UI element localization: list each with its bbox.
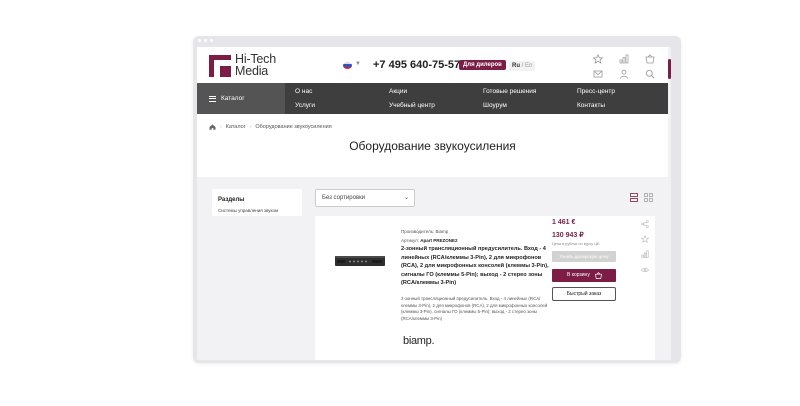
product-card: Производитель: Biamp Артикул: Apart PREZ… bbox=[315, 216, 655, 360]
product-name[interactable]: 2-зонный трансляционный предусилитель. В… bbox=[401, 245, 549, 288]
sections-sidebar: Разделы Системы управления звуком bbox=[212, 189, 302, 216]
basket-icon bbox=[595, 272, 602, 279]
nav-link-training-center[interactable]: Учебный центр bbox=[389, 102, 435, 109]
cart-button-label: В корзину bbox=[567, 272, 590, 278]
lang-ru[interactable]: Ru bbox=[512, 63, 520, 69]
dealers-button[interactable]: Для дилеров bbox=[459, 60, 506, 70]
chevron-down-icon: ⌄ bbox=[403, 195, 409, 201]
hamburger-icon bbox=[209, 94, 216, 103]
logo-line-2: Media bbox=[235, 64, 269, 78]
russia-flag-icon[interactable] bbox=[343, 62, 352, 69]
page-title: Оборудование звукоусиления bbox=[349, 139, 516, 153]
nav-link-solutions[interactable]: Готовые решения bbox=[483, 88, 536, 95]
article: Артикул: Apart PREZONE2 bbox=[401, 238, 458, 243]
window-dot[interactable] bbox=[210, 39, 213, 42]
sort-selected-value: Без сортировки bbox=[322, 195, 366, 201]
page-viewport: Hi-Tech Media ▼ +7 495 640-75-57 Для дил… bbox=[197, 47, 671, 360]
title-section: › Каталог › Оборудование звукоусиления О… bbox=[197, 114, 668, 177]
home-icon[interactable] bbox=[209, 124, 216, 130]
article-value: Apart PREZONE2 bbox=[420, 238, 458, 243]
article-label: Артикул: bbox=[401, 238, 421, 243]
sidebar-item-sound-control[interactable]: Системы управления звуком bbox=[218, 208, 278, 213]
nav-link-contacts[interactable]: Контакты bbox=[577, 102, 605, 109]
breadcrumb-item-current: Оборудование звукоусиления bbox=[255, 124, 332, 130]
site-header: Hi-Tech Media ▼ +7 495 640-75-57 Для дил… bbox=[197, 47, 668, 83]
search-icon[interactable] bbox=[645, 69, 655, 79]
window-controls bbox=[198, 39, 213, 42]
user-icon[interactable] bbox=[619, 69, 629, 79]
grid-view-icon[interactable] bbox=[644, 193, 653, 202]
scrollbar-thumb[interactable] bbox=[668, 59, 671, 79]
main-nav: Каталог О нас Акции Готовые решения Прес… bbox=[197, 83, 668, 114]
window-dot[interactable] bbox=[204, 39, 207, 42]
product-image[interactable] bbox=[334, 254, 386, 268]
add-to-cart-button[interactable]: В корзину bbox=[552, 269, 616, 282]
eye-icon[interactable] bbox=[641, 266, 649, 274]
logo-text[interactable]: Hi-Tech Media bbox=[235, 53, 276, 78]
window-dot[interactable] bbox=[198, 39, 201, 42]
breadcrumb: › Каталог › Оборудование звукоусиления bbox=[209, 124, 332, 130]
dealer-price-button[interactable]: Узнать дилерскую цену bbox=[552, 251, 616, 262]
nav-link-press-center[interactable]: Пресс-центр bbox=[577, 88, 615, 95]
nav-link-showroom[interactable]: Шоурум bbox=[483, 102, 507, 109]
chevron-down-icon[interactable]: ▼ bbox=[355, 61, 361, 67]
phone-number[interactable]: +7 495 640-75-57 bbox=[373, 59, 460, 71]
browser-window: Hi-Tech Media ▼ +7 495 640-75-57 Для дил… bbox=[193, 36, 681, 363]
sections-title: Разделы bbox=[218, 197, 245, 203]
breadcrumb-separator: › bbox=[220, 124, 222, 130]
quick-order-button[interactable]: Быстрый заказ bbox=[552, 287, 616, 301]
language-switch[interactable]: Ru / En bbox=[509, 61, 536, 71]
lang-en[interactable]: En bbox=[525, 63, 532, 69]
logo-mark-icon[interactable] bbox=[209, 55, 231, 77]
catalog-button[interactable]: Каталог bbox=[197, 83, 285, 114]
share-icon[interactable] bbox=[641, 220, 649, 228]
nav-link-services[interactable]: Услуги bbox=[295, 102, 315, 109]
price-eur: 1 461 € bbox=[552, 219, 576, 226]
price-rub: 130 943 ₽ bbox=[552, 232, 584, 239]
nav-link-about[interactable]: О нас bbox=[295, 88, 312, 95]
favorite-star-icon[interactable] bbox=[641, 235, 649, 243]
manufacturer: Производитель: Biamp bbox=[401, 229, 449, 234]
basket-icon[interactable] bbox=[645, 54, 655, 64]
price-note: Цена в рублях по курсу ЦБ bbox=[552, 242, 600, 246]
nav-link-promotions[interactable]: Акции bbox=[389, 88, 407, 95]
catalog-label: Каталог bbox=[221, 95, 245, 102]
brand-logo: biamp. bbox=[403, 335, 435, 347]
list-view-icon[interactable] bbox=[630, 193, 638, 202]
sort-select[interactable]: Без сортировки ⌄ bbox=[315, 189, 415, 207]
compare-icon[interactable] bbox=[641, 250, 649, 258]
product-description: 2-зонный трансляционный предусилитель. В… bbox=[401, 296, 548, 321]
star-icon[interactable] bbox=[593, 54, 603, 64]
mail-icon[interactable] bbox=[593, 69, 603, 79]
scrollbar[interactable] bbox=[668, 59, 671, 359]
breadcrumb-item-catalog[interactable]: Каталог bbox=[226, 124, 246, 130]
breadcrumb-separator: › bbox=[249, 124, 252, 130]
compare-icon[interactable] bbox=[619, 54, 629, 64]
